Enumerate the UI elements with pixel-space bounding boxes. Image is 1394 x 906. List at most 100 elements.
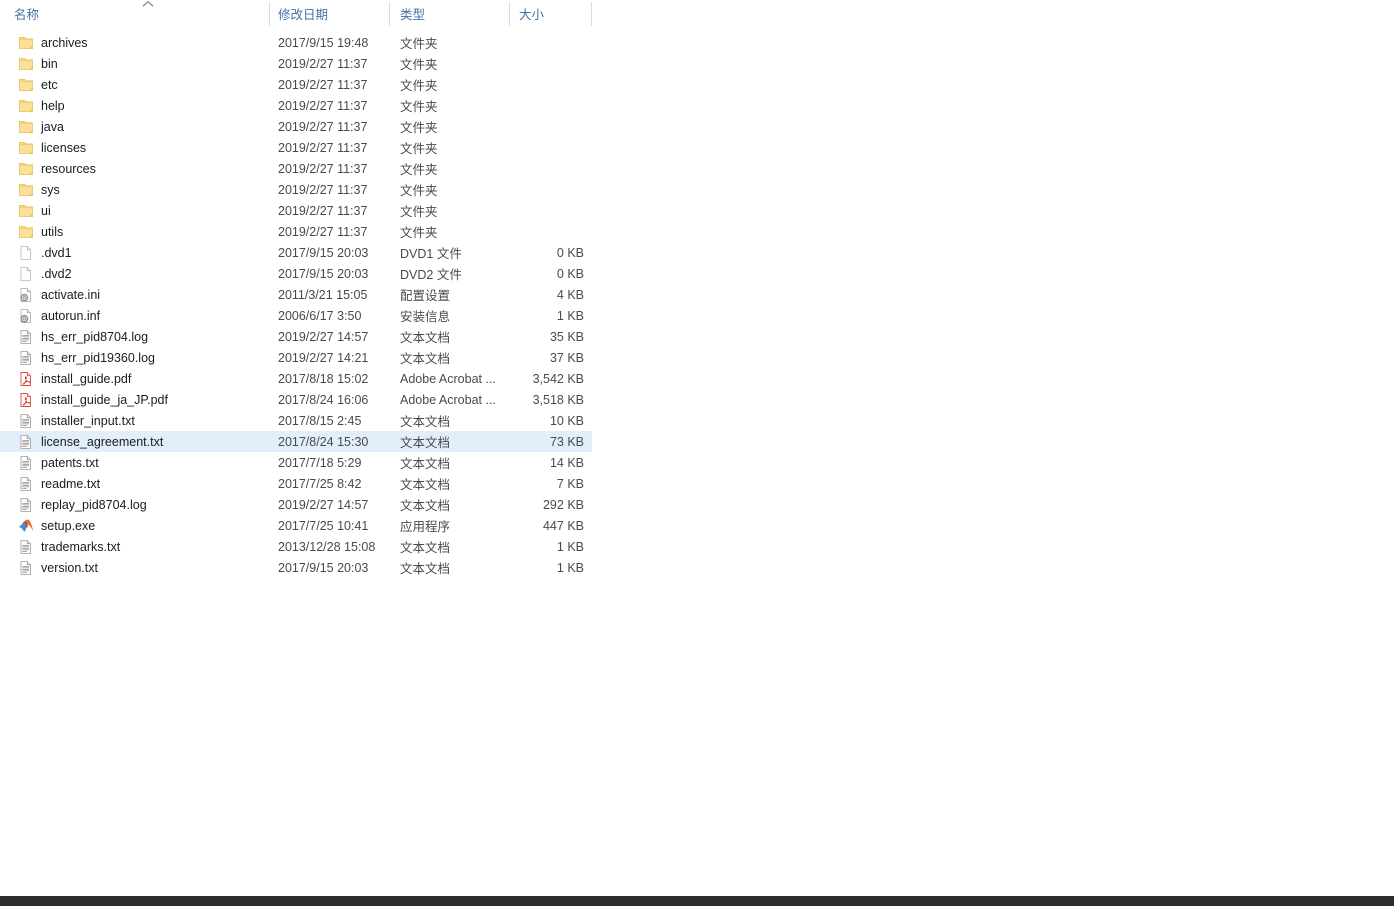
column-header-date-modified[interactable]: 修改日期 (270, 0, 390, 27)
file-name-cell[interactable]: version.txt (0, 557, 268, 578)
file-row[interactable]: patents.txt 2017/7/18 5:29 文本文档 14 KB (0, 452, 1394, 473)
config-file-icon (18, 287, 34, 303)
file-row[interactable]: setup.exe 2017/7/25 10:41 应用程序 447 KB (0, 515, 1394, 536)
file-type-cell: 文件夹 (400, 163, 438, 177)
file-size-cell: 447 KB (542, 518, 584, 533)
column-divider-date-type[interactable] (389, 2, 390, 26)
file-row[interactable]: install_guide.pdf 2017/8/18 15:02 Adobe Ac… (0, 368, 1394, 389)
file-name-cell[interactable]: sys (0, 179, 268, 200)
file-row[interactable]: autorun.inf 2006/6/17 3:50 安装信息 1 KB (0, 305, 1394, 326)
file-row[interactable]: activate.ini 2011/3/21 15:05 配置设置 4 KB (0, 284, 1394, 305)
file-name-cell[interactable]: ui (0, 200, 268, 221)
file-size-cell: 37 KB (549, 350, 584, 365)
file-list[interactable]: archives 2017/9/15 19:48 文件夹 bin 2019/2/27 1… (0, 32, 1394, 578)
file-name-cell[interactable]: .dvd1 (0, 242, 268, 263)
file-type-cell: 文件夹 (400, 100, 438, 114)
folder-icon (18, 161, 34, 177)
text-file-icon (18, 434, 34, 450)
file-name-label: replay_pid8704.log (41, 497, 147, 512)
file-name-cell[interactable]: bin (0, 53, 268, 74)
file-row[interactable]: archives 2017/9/15 19:48 文件夹 (0, 32, 1394, 53)
file-date-cell: 2019/2/27 11:37 (278, 182, 368, 197)
config-file-icon (18, 308, 34, 324)
column-divider-name-date[interactable] (269, 2, 270, 26)
file-type-cell: 文件夹 (400, 58, 438, 72)
file-row[interactable]: install_guide_ja_JP.pdf 2017/8/24 16:06 Ad… (0, 389, 1394, 410)
file-row[interactable]: java 2019/2/27 11:37 文件夹 (0, 116, 1394, 137)
file-name-cell[interactable]: setup.exe (0, 515, 268, 536)
file-size-cell: 0 KB (556, 245, 584, 260)
file-name-cell[interactable]: license_agreement.txt (0, 431, 268, 452)
file-name-cell[interactable]: hs_err_pid8704.log (0, 326, 268, 347)
file-row[interactable]: help 2019/2/27 11:37 文件夹 (0, 95, 1394, 116)
file-name-cell[interactable]: licenses (0, 137, 268, 158)
file-name-cell[interactable]: install_guide_ja_JP.pdf (0, 389, 268, 410)
file-name-cell[interactable]: autorun.inf (0, 305, 268, 326)
file-date-cell: 2017/8/18 15:02 (278, 371, 369, 386)
file-name-label: patents.txt (41, 455, 99, 470)
file-date-cell: 2019/2/27 11:37 (278, 203, 368, 218)
file-date-cell: 2019/2/27 14:57 (278, 329, 369, 344)
file-name-cell[interactable]: activate.ini (0, 284, 268, 305)
file-row[interactable]: etc 2019/2/27 11:37 文件夹 (0, 74, 1394, 95)
file-date-cell: 2013/12/28 15:08 (278, 539, 376, 554)
file-row[interactable]: installer_input.txt 2017/8/15 2:45 文本文档 10 … (0, 410, 1394, 431)
file-name-cell[interactable]: etc (0, 74, 268, 95)
folder-icon (18, 182, 34, 198)
file-name-label: ui (41, 203, 51, 218)
file-row[interactable]: resources 2019/2/27 11:37 文件夹 (0, 158, 1394, 179)
file-row[interactable]: .dvd1 2017/9/15 20:03 DVD1 文件 0 KB (0, 242, 1394, 263)
file-name-cell[interactable]: archives (0, 32, 268, 53)
taskbar[interactable] (0, 896, 1394, 906)
file-name-cell[interactable]: .dvd2 (0, 263, 268, 284)
file-row[interactable]: licenses 2019/2/27 11:37 文件夹 (0, 137, 1394, 158)
file-name-cell[interactable]: resources (0, 158, 268, 179)
file-row[interactable]: sys 2019/2/27 11:37 文件夹 (0, 179, 1394, 200)
file-row[interactable]: .dvd2 2017/9/15 20:03 DVD2 文件 0 KB (0, 263, 1394, 284)
file-type-cell: 配置设置 (400, 289, 451, 303)
file-name-label: version.txt (41, 560, 98, 575)
file-type-cell: Adobe Acrobat ... (400, 392, 496, 407)
file-row[interactable]: hs_err_pid8704.log 2019/2/27 14:57 文本文档 35 … (0, 326, 1394, 347)
file-name-cell[interactable]: utils (0, 221, 268, 242)
file-name-cell[interactable]: hs_err_pid19360.log (0, 347, 268, 368)
file-name-cell[interactable]: readme.txt (0, 473, 268, 494)
file-row[interactable]: replay_pid8704.log 2019/2/27 14:57 文本文档 292… (0, 494, 1394, 515)
file-type-cell: 文件夹 (400, 205, 438, 219)
file-row[interactable]: bin 2019/2/27 11:37 文件夹 (0, 53, 1394, 74)
column-divider-size-end[interactable] (591, 2, 592, 26)
text-file-icon (18, 476, 34, 492)
file-row[interactable]: readme.txt 2017/7/25 8:42 文本文档 7 KB (0, 473, 1394, 494)
file-date-cell: 2017/7/25 8:42 (278, 476, 362, 491)
file-name-cell[interactable]: install_guide.pdf (0, 368, 268, 389)
file-name-cell[interactable]: replay_pid8704.log (0, 494, 268, 515)
file-row[interactable]: version.txt 2017/9/15 20:03 文本文档 1 KB (0, 557, 1394, 578)
file-size-cell: 10 KB (549, 413, 584, 428)
file-date-cell: 2019/2/27 14:57 (278, 497, 369, 512)
folder-icon (18, 98, 34, 114)
file-name-label: trademarks.txt (41, 539, 121, 554)
file-name-cell[interactable]: help (0, 95, 268, 116)
file-row[interactable]: ui 2019/2/27 11:37 文件夹 (0, 200, 1394, 221)
folder-icon (18, 224, 34, 240)
pdf-file-icon (18, 392, 34, 408)
file-name-cell[interactable]: java (0, 116, 268, 137)
column-divider-type-size[interactable] (509, 2, 510, 26)
text-file-icon (18, 455, 34, 471)
file-row[interactable]: trademarks.txt 2013/12/28 15:08 文本文档 1 KB (0, 536, 1394, 557)
file-name-cell[interactable]: trademarks.txt (0, 536, 268, 557)
file-row[interactable]: hs_err_pid19360.log 2019/2/27 14:21 文本文档 37… (0, 347, 1394, 368)
column-header-size[interactable]: 大小 (510, 0, 592, 27)
file-size-cell: 3,542 KB (532, 371, 584, 386)
column-header-type[interactable]: 类型 (390, 0, 510, 27)
file-name-cell[interactable]: installer_input.txt (0, 410, 268, 431)
file-name-label: java (41, 119, 64, 134)
text-file-icon (18, 350, 34, 366)
file-size-cell (500, 200, 584, 221)
file-row[interactable]: license_agreement.txt 2017/8/24 15:30 文本文档… (0, 431, 1394, 452)
column-header-name[interactable]: 名称 (0, 0, 270, 27)
file-name-label: license_agreement.txt (41, 434, 164, 449)
file-row[interactable]: utils 2019/2/27 11:37 文件夹 (0, 221, 1394, 242)
file-name-cell[interactable]: patents.txt (0, 452, 268, 473)
file-type-cell: 文本文档 (400, 436, 451, 450)
